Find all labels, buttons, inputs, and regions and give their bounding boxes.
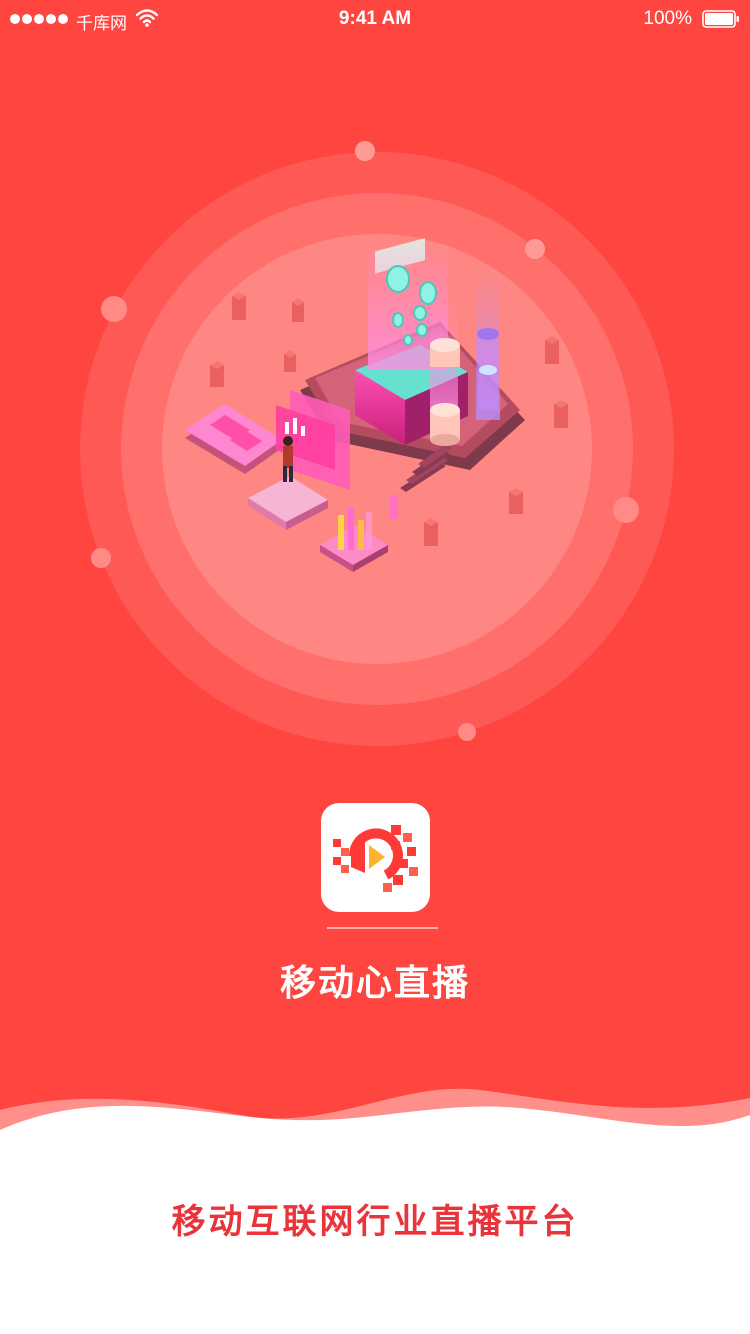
tagline: 移动互联网行业直播平台 <box>171 1204 579 1241</box>
app-logo <box>321 803 430 912</box>
bubble <box>101 296 127 322</box>
play-logo-icon <box>333 825 418 892</box>
bubble <box>613 497 639 523</box>
divider <box>327 927 438 929</box>
bubble <box>525 239 545 259</box>
bubble <box>91 548 111 568</box>
hero-illustration <box>80 141 674 746</box>
bubble <box>458 723 476 741</box>
app-name: 移动心直播 <box>279 962 470 1003</box>
splash-screen: 千库网 9:41 AM 100% 移动心直播 移动互联网行业直播平台 <box>0 0 750 1334</box>
bubble <box>355 141 375 161</box>
wave-divider <box>0 1088 750 1170</box>
